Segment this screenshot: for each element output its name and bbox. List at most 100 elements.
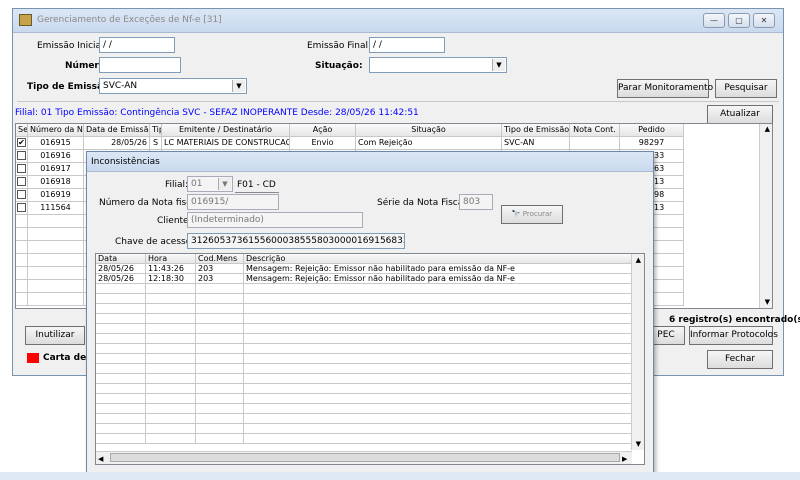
empty-cell[interactable] <box>196 434 244 444</box>
emissao-inicial-input[interactable]: / / <box>99 37 175 53</box>
empty-cell[interactable] <box>244 324 632 334</box>
row-checkbox-cell[interactable] <box>16 176 28 189</box>
empty-cell[interactable] <box>96 284 146 294</box>
empty-cell[interactable] <box>16 267 28 280</box>
column-header[interactable]: Nota Cont. <box>570 124 620 137</box>
empty-cell[interactable] <box>146 294 196 304</box>
empty-cell[interactable] <box>146 374 196 384</box>
empty-cell[interactable] <box>16 228 28 241</box>
empty-cell[interactable] <box>244 394 632 404</box>
empty-cell[interactable] <box>16 280 28 293</box>
column-header[interactable]: Emitente / Destinatário <box>162 124 290 137</box>
row-checkbox-cell[interactable]: ✔ <box>16 137 28 150</box>
column-header[interactable]: Pedido <box>620 124 684 137</box>
empty-cell[interactable] <box>244 414 632 424</box>
chevron-down-icon[interactable]: ▼ <box>765 298 770 306</box>
table-cell[interactable]: 12:18:30 <box>146 274 196 284</box>
column-header[interactable]: Tipo de Emissão <box>502 124 570 137</box>
empty-cell[interactable] <box>146 304 196 314</box>
empty-cell[interactable] <box>28 267 84 280</box>
column-header[interactable]: Ação <box>290 124 356 137</box>
empty-cell[interactable] <box>196 324 244 334</box>
column-header[interactable]: Cod.Mens <box>196 254 244 264</box>
chevron-down-icon[interactable]: ▼ <box>636 440 641 448</box>
empty-cell[interactable] <box>16 215 28 228</box>
empty-cell[interactable] <box>28 280 84 293</box>
empty-cell[interactable] <box>196 384 244 394</box>
table-cell[interactable]: Mensagem: Rejeição: Emissor não habilita… <box>244 274 632 284</box>
table-cell[interactable]: 111564 <box>28 202 84 215</box>
table-cell[interactable]: SVC-AN <box>502 137 570 150</box>
row-checkbox-cell[interactable] <box>16 189 28 202</box>
table-cell[interactable]: 28/05/26 <box>96 274 146 284</box>
table-cell[interactable]: 016915 <box>28 137 84 150</box>
fechar-button[interactable]: Fechar <box>707 350 773 369</box>
row-checkbox-cell[interactable] <box>16 150 28 163</box>
cliente-input[interactable]: (Indeterminado) <box>187 212 363 228</box>
filial-select[interactable]: 01 ▼ <box>187 176 233 192</box>
empty-cell[interactable] <box>28 293 84 306</box>
checkbox[interactable] <box>17 164 26 173</box>
column-header[interactable]: Data <box>96 254 146 264</box>
table-cell[interactable]: 016918 <box>28 176 84 189</box>
tipo-emissao-select[interactable]: SVC-AN ▼ <box>99 78 247 94</box>
table-cell[interactable]: LC MATERIAIS DE CONSTRUCAO LTDA <box>162 137 290 150</box>
numero-input[interactable] <box>99 57 181 73</box>
situacao-select[interactable]: ▼ <box>369 57 507 73</box>
column-header[interactable]: Tipo <box>150 124 162 137</box>
numero-nota-input[interactable]: 016915/ <box>187 194 279 210</box>
empty-cell[interactable] <box>196 394 244 404</box>
table-cell[interactable]: 11:43:26 <box>146 264 196 274</box>
checkbox[interactable] <box>17 190 26 199</box>
empty-cell[interactable] <box>244 314 632 324</box>
empty-cell[interactable] <box>96 394 146 404</box>
empty-cell[interactable] <box>244 304 632 314</box>
empty-cell[interactable] <box>244 364 632 374</box>
informar-protocolos-button[interactable]: Informar Protocolos <box>689 326 778 345</box>
empty-cell[interactable] <box>146 384 196 394</box>
chevron-up-icon[interactable]: ▲ <box>636 256 641 264</box>
empty-cell[interactable] <box>28 241 84 254</box>
empty-cell[interactable] <box>146 434 196 444</box>
empty-cell[interactable] <box>244 384 632 394</box>
empty-cell[interactable] <box>146 424 196 434</box>
empty-cell[interactable] <box>244 334 632 344</box>
checkbox[interactable]: ✔ <box>17 138 26 147</box>
row-checkbox-cell[interactable] <box>16 163 28 176</box>
checkbox[interactable] <box>17 203 26 212</box>
empty-cell[interactable] <box>244 344 632 354</box>
empty-cell[interactable] <box>146 404 196 414</box>
empty-cell[interactable] <box>146 354 196 364</box>
empty-cell[interactable] <box>96 404 146 414</box>
minimize-icon[interactable]: — <box>703 13 725 28</box>
empty-cell[interactable] <box>196 294 244 304</box>
column-header[interactable]: Número da Nota <box>28 124 84 137</box>
empty-cell[interactable] <box>196 354 244 364</box>
vertical-scrollbar[interactable] <box>631 254 644 450</box>
pesquisar-button[interactable]: Pesquisar <box>715 79 777 98</box>
empty-cell[interactable] <box>146 324 196 334</box>
chevron-down-icon[interactable]: ▼ <box>218 178 231 190</box>
empty-cell[interactable] <box>96 364 146 374</box>
parar-monitoramento-button[interactable]: Parar Monitoramento <box>617 79 713 98</box>
empty-cell[interactable] <box>96 294 146 304</box>
close-icon[interactable]: ✕ <box>753 13 775 28</box>
empty-cell[interactable] <box>96 434 146 444</box>
row-checkbox-cell[interactable] <box>16 202 28 215</box>
atualizar-button[interactable]: Atualizar <box>707 105 773 124</box>
procurar-button[interactable]: 🔭 Procurar <box>501 205 563 224</box>
empty-cell[interactable] <box>96 414 146 424</box>
empty-cell[interactable] <box>196 284 244 294</box>
chevron-down-icon[interactable]: ▼ <box>492 59 505 71</box>
table-cell[interactable]: Envio <box>290 137 356 150</box>
emissao-final-input[interactable]: / / <box>369 37 445 53</box>
table-cell[interactable] <box>570 137 620 150</box>
empty-cell[interactable] <box>244 284 632 294</box>
table-cell[interactable]: S <box>150 137 162 150</box>
table-cell[interactable]: Mensagem: Rejeição: Emissor não habilita… <box>244 264 632 274</box>
empty-cell[interactable] <box>244 404 632 414</box>
empty-cell[interactable] <box>96 424 146 434</box>
table-cell[interactable]: 98297 <box>620 137 684 150</box>
empty-cell[interactable] <box>244 434 632 444</box>
empty-cell[interactable] <box>28 228 84 241</box>
